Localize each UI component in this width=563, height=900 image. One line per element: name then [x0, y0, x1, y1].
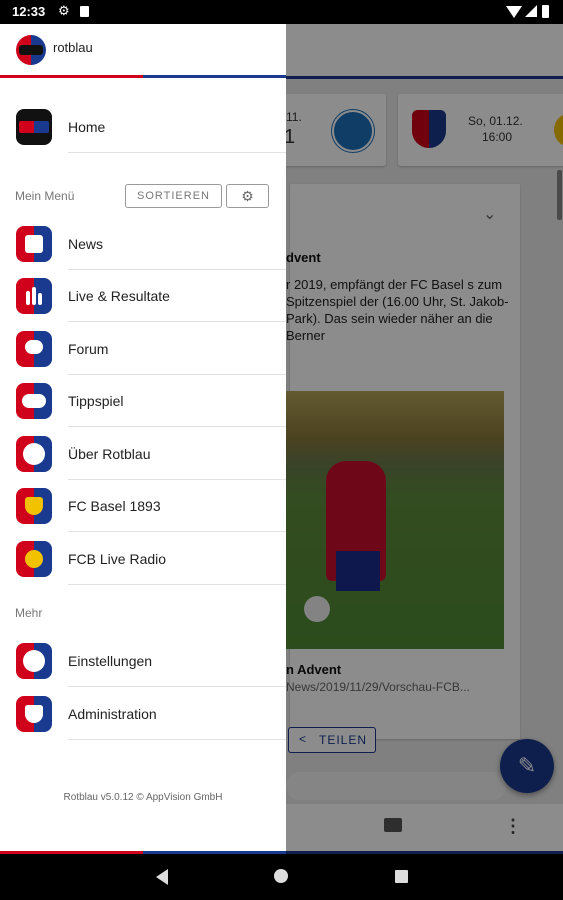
drawer-item-label: Einstellungen	[68, 653, 153, 669]
sort-button[interactable]: SORTIEREN	[125, 184, 222, 208]
back-icon[interactable]	[156, 869, 168, 885]
drawer-item-label: Forum	[68, 341, 109, 357]
fcb-crest-icon	[16, 488, 52, 524]
drawer-item-administration[interactable]: Administration	[0, 688, 286, 740]
bar-chart-icon	[16, 278, 52, 314]
drawer-item-label: FCB Live Radio	[68, 551, 167, 567]
home-icon[interactable]	[274, 869, 288, 883]
divider	[68, 739, 286, 740]
drawer-item-label: FC Basel 1893	[68, 498, 161, 514]
navigation-drawer: rotblau Home Mein Menü SORTIEREN ⚙ News …	[0, 24, 286, 854]
rotblau-logo-icon	[16, 35, 46, 65]
settings-notification-icon: ⚙	[58, 3, 70, 18]
divider	[68, 152, 286, 153]
drawer-item-label: Home	[68, 119, 106, 135]
info-icon	[16, 436, 52, 472]
divider	[68, 584, 286, 585]
signal-icon	[525, 5, 537, 17]
chat-bubbles-icon	[16, 331, 52, 367]
divider	[68, 321, 286, 322]
divider	[68, 426, 286, 427]
status-bar: 12:33 ⚙	[0, 0, 563, 24]
sd-card-icon	[80, 6, 89, 17]
menu-settings-button[interactable]: ⚙	[226, 184, 269, 208]
status-time: 12:33	[12, 4, 46, 19]
drawer-item-label: Tippspiel	[68, 393, 124, 409]
gear-icon: ⚙	[241, 188, 254, 204]
radio-icon	[16, 541, 52, 577]
system-navigation-bar	[0, 854, 563, 900]
drawer-item-news[interactable]: News	[0, 218, 286, 270]
gamepad-icon	[16, 383, 52, 419]
drawer-item-label: Live & Resultate	[68, 288, 170, 304]
news-icon	[16, 226, 52, 262]
drawer-item-fcb-live-radio[interactable]: FCB Live Radio	[0, 533, 286, 585]
rotblau-logo-icon	[16, 109, 52, 145]
app-name: rotblau	[53, 40, 93, 55]
settings-gear-icon	[16, 643, 52, 679]
drawer-item-ueber-rotblau[interactable]: Über Rotblau	[0, 428, 286, 480]
drawer-item-label: Über Rotblau	[68, 446, 151, 462]
battery-icon	[542, 5, 549, 18]
drawer-accent-line	[0, 75, 286, 78]
version-text: Rotblau v5.0.12 © AppVision GmbH	[63, 792, 223, 803]
drawer-item-einstellungen[interactable]: Einstellungen	[0, 635, 286, 687]
divider	[68, 686, 286, 687]
recent-apps-icon[interactable]	[395, 870, 408, 883]
drawer-item-live-resultate[interactable]: Live & Resultate	[0, 270, 286, 322]
drawer-header: rotblau	[0, 24, 286, 76]
drawer-item-tippspiel[interactable]: Tippspiel	[0, 375, 286, 427]
drawer-item-label: Administration	[68, 706, 157, 722]
section-label-my-menu: Mein Menü	[15, 189, 75, 203]
drawer-item-home[interactable]: Home	[0, 101, 286, 153]
drawer-item-label: News	[68, 236, 104, 252]
drawer-item-forum[interactable]: Forum	[0, 323, 286, 375]
wifi-icon	[506, 6, 522, 18]
shield-icon	[16, 696, 52, 732]
drawer-item-fc-basel[interactable]: FC Basel 1893	[0, 480, 286, 532]
divider	[68, 531, 286, 532]
section-label-more: Mehr	[15, 606, 43, 620]
